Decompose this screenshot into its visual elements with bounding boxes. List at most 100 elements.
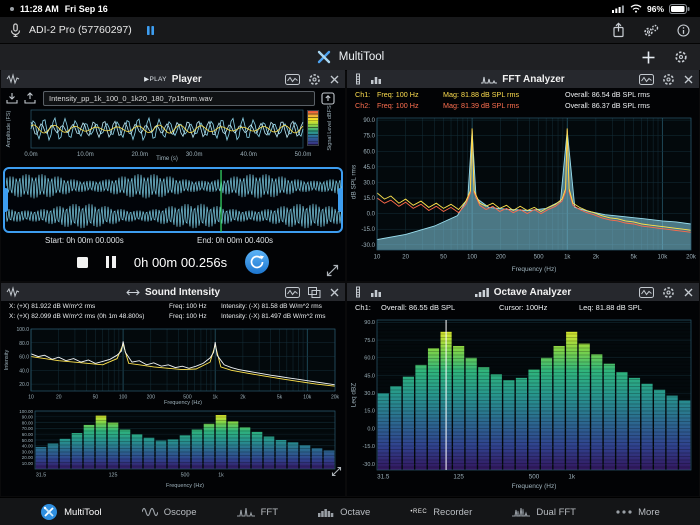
share-icon[interactable] (612, 22, 625, 38)
add-tool-button[interactable] (641, 50, 656, 65)
trim-handle-right[interactable] (338, 188, 343, 212)
expand-panel-icon[interactable] (326, 264, 339, 277)
svg-text:60.00: 60.00 (22, 432, 34, 437)
device-title[interactable]: ADI-2 Pro (57760297) (29, 24, 132, 36)
intensity-bars-xlabel: Frequency (Hz) (35, 483, 335, 489)
svg-text:45.0: 45.0 (364, 373, 375, 379)
filename-field[interactable]: Intensity_pp_1k_100_0_1k20_180_7p15mm.wa… (43, 91, 315, 106)
svg-text:15.0: 15.0 (364, 409, 375, 415)
svg-text:50.00: 50.00 (22, 438, 34, 443)
tab-dual-fft[interactable]: Dual FFT (512, 507, 576, 518)
svg-text:20.0: 20.0 (19, 382, 29, 388)
player-xlabel: Time (s) (31, 156, 303, 162)
intensity-octave-bars-chart[interactable]: 100.0090.0080.0070.0060.0050.0040.0030.0… (1, 409, 345, 481)
svg-text:125: 125 (453, 474, 464, 481)
intensity-readout-2: X: (+X) 82.099 dB W/m^2 rms (0h 1m 48.80… (9, 313, 326, 320)
player-header: ▶PLAY Player (1, 70, 345, 88)
octave-header: Octave Analyzer (347, 283, 699, 301)
pause-button[interactable] (106, 256, 116, 268)
gear-icon[interactable] (662, 286, 675, 299)
rta-bars-icon[interactable] (370, 73, 382, 85)
screen: 11:28 AM Fri Sep 16 96% ADI-2 Pro (57760… (0, 0, 700, 525)
play-status-badge: ▶PLAY (144, 75, 167, 83)
svg-text:15.0: 15.0 (363, 196, 375, 202)
svg-text:31.5: 31.5 (377, 474, 390, 481)
level-meter-icon[interactable] (352, 73, 364, 85)
intensity-header: Sound Intensity (1, 283, 345, 301)
tab-oscope[interactable]: Oscope (142, 507, 197, 518)
svg-text:0.0: 0.0 (367, 426, 375, 432)
battery-icon (669, 4, 690, 14)
status-bar: 11:28 AM Fri Sep 16 96% (0, 0, 700, 17)
fft-chart[interactable]: 90.075.060.045.030.015.00.0-15.0-30.0102… (347, 114, 699, 264)
info-icon[interactable] (677, 24, 690, 37)
svg-text:10: 10 (374, 255, 381, 261)
loop-button[interactable] (245, 250, 269, 274)
trim-handle-left[interactable] (3, 188, 8, 212)
gear-icon[interactable] (308, 73, 321, 86)
gear-icon[interactable] (674, 50, 688, 64)
svg-text:90.00: 90.00 (22, 415, 34, 420)
oscope-icon (142, 507, 158, 517)
rta-bars-icon[interactable] (370, 286, 382, 298)
svg-text:-15.0: -15.0 (361, 227, 375, 233)
gear-icon[interactable] (662, 73, 675, 86)
scope-view-icon[interactable] (639, 74, 654, 85)
tab-octave[interactable]: Octave (318, 507, 370, 518)
svg-text:70.00: 70.00 (22, 426, 34, 431)
level-meter-icon[interactable] (352, 286, 364, 298)
tab-more[interactable]: More (616, 507, 660, 518)
export-file-icon[interactable] (24, 92, 37, 105)
scope-view-icon[interactable] (285, 74, 300, 85)
import-file-icon[interactable] (6, 92, 19, 105)
svg-text:500: 500 (181, 473, 190, 479)
svg-text:60.0: 60.0 (363, 149, 375, 155)
scope-view-icon[interactable] (285, 287, 300, 298)
tab-multitool[interactable]: MultiTool (40, 503, 102, 521)
close-icon[interactable] (329, 287, 340, 298)
waveform-icon[interactable] (6, 73, 20, 85)
svg-text:100.00: 100.00 (19, 409, 33, 414)
svg-text:50: 50 (440, 255, 447, 261)
tab-recorder[interactable]: •REC Recorder (410, 507, 472, 518)
settings-gears-icon[interactable] (643, 24, 659, 37)
svg-text:125: 125 (109, 473, 118, 479)
svg-text:-30.0: -30.0 (361, 243, 375, 249)
svg-text:-30.0: -30.0 (362, 462, 375, 468)
expand-panel-icon[interactable] (331, 466, 342, 477)
multitool-bar: MultiTool (0, 44, 700, 71)
octave-bars-chart[interactable]: 90.075.060.045.030.015.00.0-15.0-30.031.… (347, 316, 699, 486)
player-ylabel: Amplitude (FS) (6, 111, 12, 148)
multitool-tools-icon (316, 49, 332, 65)
scope-view-icon[interactable] (639, 287, 654, 298)
close-icon[interactable] (683, 74, 694, 85)
fft-readout-ch1: Ch1: Freq: 100 Hz Mag: 81.88 dB SPL rms … (355, 90, 650, 99)
svg-text:500: 500 (534, 255, 545, 261)
octave-icon (318, 507, 334, 517)
waveform-icon[interactable] (6, 286, 20, 298)
rec-badge: •REC (410, 509, 427, 515)
svg-text:-15.0: -15.0 (362, 444, 375, 450)
close-icon[interactable] (683, 287, 694, 298)
svg-text:100: 100 (467, 255, 478, 261)
tab-fft[interactable]: FFT (237, 507, 278, 518)
close-icon[interactable] (329, 74, 340, 85)
fft-ylabel: dB SPL rms (351, 165, 358, 199)
fft-readout-ch2: Ch2: Freq: 100 Hz Mag: 81.39 dB SPL rms … (355, 101, 650, 110)
start-time-label: Start: 0h 00m 00.000s (45, 236, 124, 245)
intensity-spectrum-chart[interactable]: 100.080.060.040.020.01020501002005001k2k… (1, 327, 345, 403)
player-overview-chart[interactable]: 0.0m10.0m20.0m30.0m40.0m50.0m (1, 108, 345, 158)
svg-text:500: 500 (529, 474, 540, 481)
microphone-icon[interactable] (10, 23, 21, 38)
waveform-display[interactable] (3, 167, 343, 233)
playback-time-display: 0h 00m 00.256s (134, 255, 227, 270)
split-panes-icon[interactable] (308, 287, 321, 298)
svg-text:2k: 2k (593, 255, 600, 261)
load-file-icon[interactable] (321, 92, 336, 106)
stop-button[interactable] (77, 257, 88, 268)
svg-text:1k: 1k (218, 473, 224, 479)
pause-input-icon[interactable] (146, 25, 155, 36)
fft-icon (237, 507, 255, 517)
intensity-line-xlabel: Frequency (Hz) (31, 400, 335, 406)
wifi-icon (630, 4, 642, 13)
